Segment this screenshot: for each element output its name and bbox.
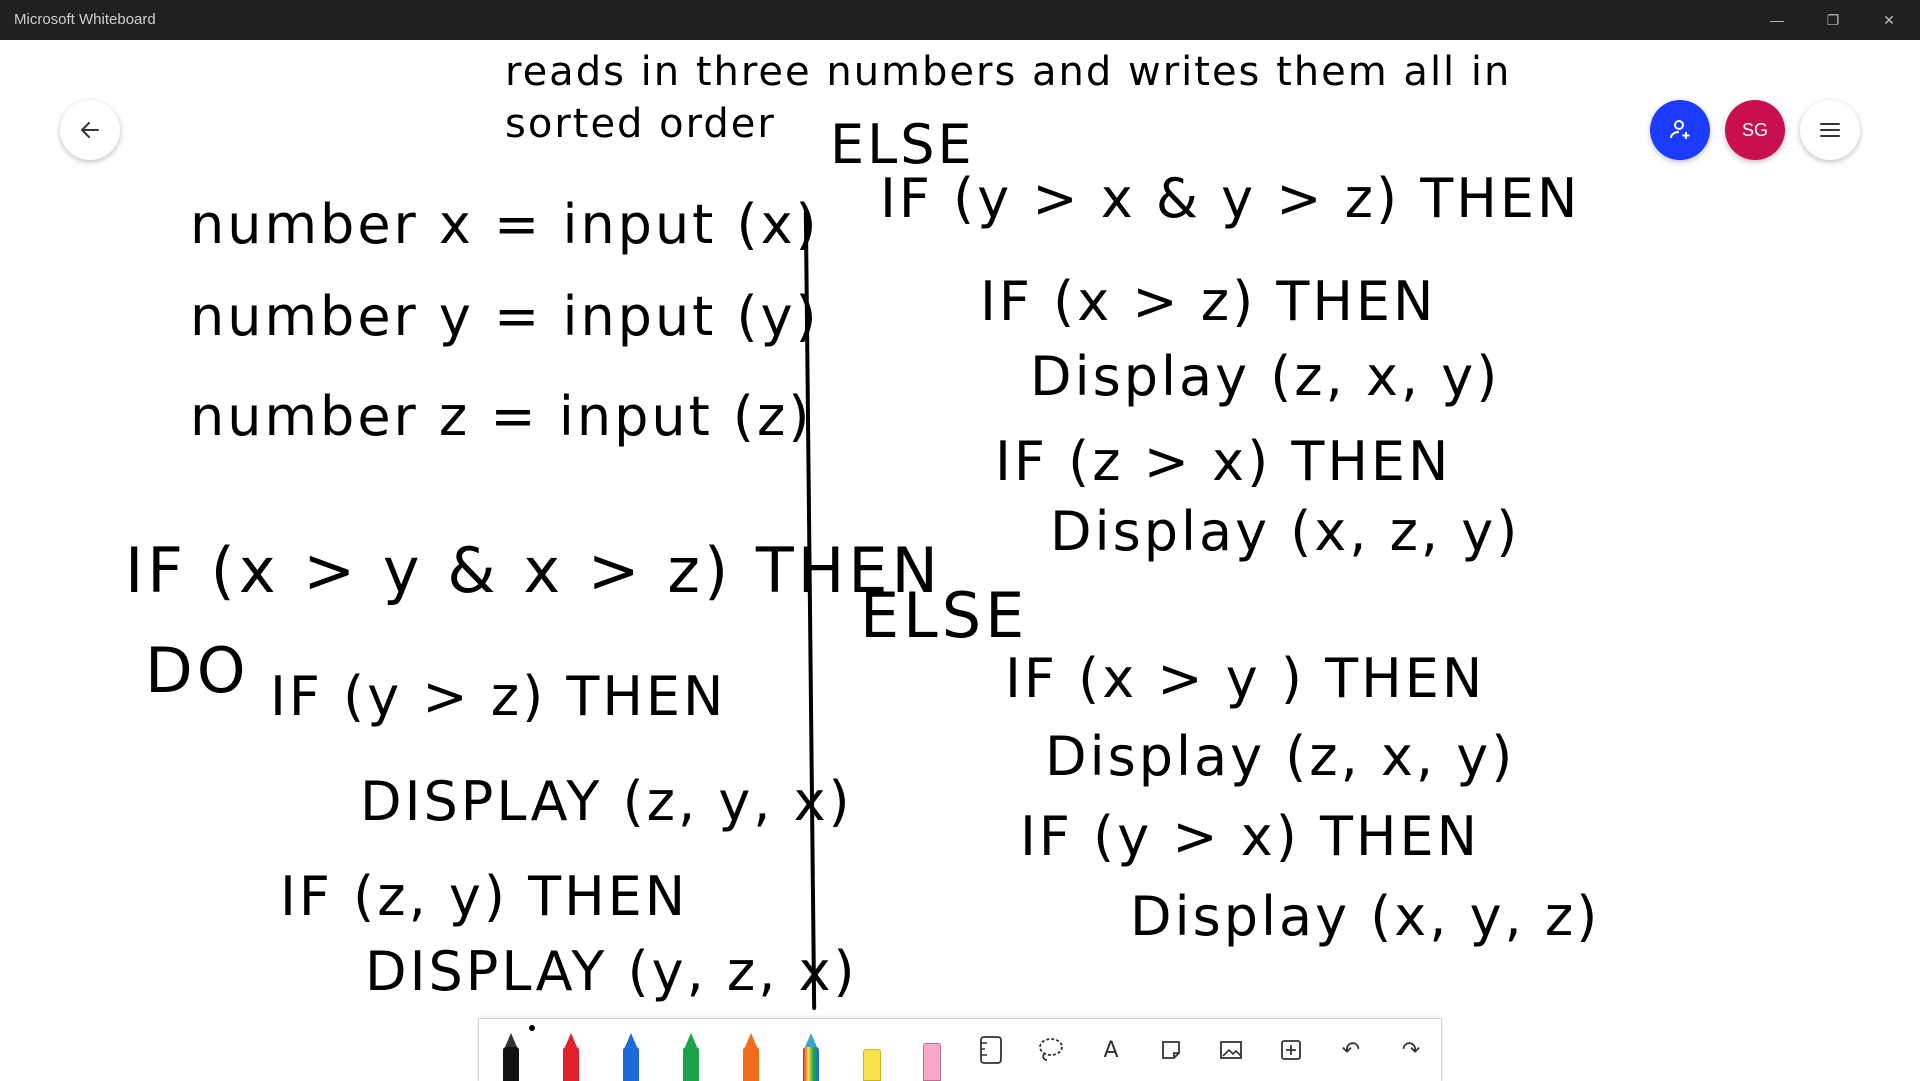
menu-button[interactable] (1800, 100, 1860, 160)
image-tool[interactable] (1201, 1019, 1261, 1081)
pen-tip (565, 1033, 577, 1047)
inking-toolbar: A ↶ ↷ (478, 1018, 1442, 1081)
left-line-4: IF (x > y & x > z) THEN (125, 534, 942, 607)
redo-button[interactable]: ↷ (1381, 1019, 1441, 1081)
note-tool[interactable] (1141, 1019, 1201, 1081)
pen-tip (805, 1033, 817, 1047)
restore-button[interactable]: ❐ (1810, 0, 1856, 40)
minimize-icon: — (1770, 12, 1784, 28)
eraser-icon (923, 1043, 941, 1081)
undo-button[interactable]: ↶ (1321, 1019, 1381, 1081)
hamburger-icon (1820, 123, 1840, 137)
right-line-9: Display (z, x, y) (1045, 725, 1516, 788)
right-line-4: Display (z, x, y) (1030, 345, 1501, 408)
user-avatar[interactable]: SG (1725, 100, 1785, 160)
right-line-8: IF (x > y ) THEN (1005, 647, 1486, 710)
left-line-7: DISPLAY (z, y, x) (360, 770, 853, 833)
arrow-left-icon (81, 122, 99, 138)
rainbow-pen-icon (803, 1047, 819, 1081)
highlighter-icon (863, 1049, 881, 1081)
text-icon: A (1103, 1037, 1119, 1063)
left-line-6: IF (y > z) THEN (270, 665, 727, 728)
close-icon: ✕ (1883, 11, 1895, 28)
blue-pen-icon (623, 1047, 639, 1081)
ruler-tool[interactable] (961, 1019, 1021, 1081)
orange-pen-icon (743, 1047, 759, 1081)
undo-icon: ↶ (1341, 1037, 1361, 1063)
pen-tip (685, 1033, 697, 1047)
image-icon (1201, 1035, 1261, 1065)
app-title: Microsoft Whiteboard (14, 11, 156, 28)
title-bar: Microsoft Whiteboard — ❐ ✕ (0, 0, 1920, 40)
minimize-button[interactable]: — (1754, 0, 1800, 40)
restore-icon: ❐ (1826, 11, 1840, 28)
green-pen-icon (683, 1047, 699, 1081)
red-pen-tool[interactable] (541, 1019, 601, 1081)
rainbow-pen-tool[interactable] (781, 1019, 841, 1081)
add-person-icon (1670, 120, 1690, 139)
left-line-9: DISPLAY (y, z, x) (365, 940, 858, 1003)
whiteboard-canvas[interactable]: SG reads in three numbers and writes the… (0, 40, 1920, 1080)
redo-icon: ↷ (1401, 1037, 1421, 1063)
ruler-icon (961, 1035, 1021, 1065)
lasso-tool[interactable] (1021, 1019, 1081, 1081)
invite-button[interactable] (1650, 100, 1710, 160)
red-pen-icon (563, 1047, 579, 1081)
insert-icon (1261, 1035, 1321, 1065)
right-line-7: ELSE (860, 579, 1029, 652)
right-line-5: IF (z > x) THEN (995, 430, 1452, 493)
left-line-2: number y = input (y) (190, 285, 820, 348)
pen-tip (745, 1033, 757, 1047)
black-pen-icon (503, 1047, 519, 1081)
right-line-1: ELSE (830, 113, 975, 176)
black-pen-tool[interactable] (481, 1019, 541, 1081)
blue-pen-tool[interactable] (601, 1019, 661, 1081)
right-line-10: IF (y > x) THEN (1020, 805, 1481, 868)
left-line-1: number x = input (x) (190, 193, 820, 256)
lasso-icon (1021, 1035, 1081, 1065)
left-line-8: IF (z, y) THEN (280, 865, 689, 928)
right-line-6: Display (x, z, y) (1050, 500, 1521, 563)
close-button[interactable]: ✕ (1866, 0, 1912, 40)
green-pen-tool[interactable] (661, 1019, 721, 1081)
prompt-line-2: sorted order (505, 101, 776, 147)
pen-tip (625, 1033, 637, 1047)
note-icon (1141, 1035, 1201, 1065)
orange-pen-tool[interactable] (721, 1019, 781, 1081)
right-line-3: IF (x > z) THEN (980, 270, 1437, 333)
right-line-11: Display (x, y, z) (1130, 885, 1601, 948)
highlighter-tool[interactable] (841, 1019, 901, 1081)
left-line-5: DO (145, 634, 250, 707)
insert-tool[interactable] (1261, 1019, 1321, 1081)
prompt-line-1: reads in three numbers and writes them a… (505, 49, 1512, 95)
eraser-tool[interactable] (901, 1019, 961, 1081)
right-line-2: IF (y > x & y > z) THEN (880, 167, 1581, 230)
avatar-initials: SG (1741, 119, 1768, 140)
left-line-3: number z = input (z) (190, 385, 813, 448)
text-tool[interactable]: A (1081, 1019, 1141, 1081)
back-button[interactable] (60, 100, 120, 160)
pen-tip (505, 1033, 517, 1047)
active-indicator (529, 1025, 535, 1031)
